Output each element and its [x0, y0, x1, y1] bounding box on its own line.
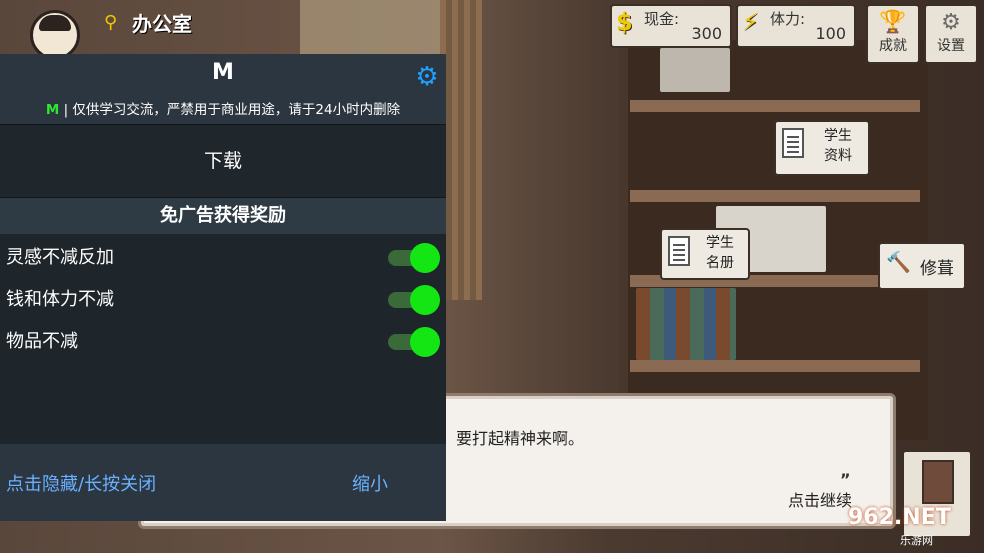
repair-label: 修葺 — [920, 259, 954, 279]
gear-icon[interactable]: ⚙ — [414, 64, 440, 90]
toggle-knob — [410, 243, 440, 273]
student-profile-label: 学生 资料 — [824, 128, 852, 164]
repair-button[interactable]: 🔨 修葺 — [878, 242, 966, 290]
student-roster-label: 学生 名册 — [706, 235, 734, 271]
gear-icon: ⚙ — [941, 10, 961, 35]
shelf-plank — [630, 100, 920, 112]
hammer-icon: 🔨 — [886, 250, 911, 274]
books-decoration — [636, 288, 736, 360]
location-name: 办公室 — [132, 12, 192, 36]
notice-text: | 仅供学习交流，严禁用于商业用途，请于24小时内删除 — [63, 102, 401, 118]
watermark-logo: 962.NET — [848, 505, 951, 530]
minimize-button[interactable]: 缩小 — [352, 470, 388, 496]
cash-label: 现金: — [644, 10, 680, 28]
option-label: 物品不减 — [6, 331, 78, 352]
option-toggle[interactable] — [388, 325, 440, 357]
dialog-text: ，要打起精神来啊。 — [440, 429, 585, 448]
mod-menu-panel: M ⚙ M | 仅供学习交流，严禁用于商业用途，请于24小时内删除 下载 免广告… — [0, 54, 446, 521]
option-label: 钱和体力不减 — [6, 289, 114, 310]
lightning-icon: ⚡ — [742, 8, 759, 36]
mod-menu-header: M ⚙ M | 仅供学习交流，严禁用于商业用途，请于24小时内删除 — [0, 54, 446, 125]
stamina-value: 100 — [815, 24, 846, 43]
option-label: 灵感不减反加 — [6, 247, 114, 268]
document-icon — [782, 128, 804, 158]
disclaimer-notice: M | 仅供学习交流，严禁用于商业用途，请于24小时内删除 — [0, 98, 446, 118]
download-button[interactable]: 下载 — [0, 125, 446, 198]
settings-label: 设置 — [937, 38, 965, 54]
achievements-label: 成就 — [879, 38, 907, 54]
dollar-icon: $ — [616, 8, 633, 36]
watermark-subtitle: 乐游网 — [900, 534, 933, 547]
option-row: 钱和体力不减 — [0, 277, 446, 319]
player-avatar[interactable] — [30, 10, 80, 60]
stamina-display: ⚡ 体力: 100 — [736, 4, 856, 48]
toggle-knob — [410, 327, 440, 357]
cash-display: $ 现金: 300 — [610, 4, 732, 48]
option-row: 灵感不减反加 — [0, 235, 446, 277]
achievements-button[interactable]: 🏆 成就 — [866, 4, 920, 64]
location-pin-icon: ⚲ — [104, 12, 118, 33]
mod-menu-footer: 点击隐藏/长按关闭 缩小 — [0, 444, 446, 521]
toggle-knob — [410, 285, 440, 315]
hide-close-button[interactable]: 点击隐藏/长按关闭 — [6, 470, 156, 496]
trophy-icon: 🏆 — [879, 10, 907, 35]
mod-menu-title: M — [212, 60, 234, 85]
stamina-label: 体力: — [770, 10, 806, 28]
continue-prompt[interactable]: 点击继续 — [788, 487, 852, 511]
student-roster-button[interactable]: 学生 名册 — [660, 228, 750, 280]
curtain-decoration — [440, 0, 482, 300]
settings-button[interactable]: ⚙ 设置 — [924, 4, 978, 64]
section-title: 免广告获得奖励 — [0, 198, 446, 234]
option-toggle[interactable] — [388, 283, 440, 315]
shelf-plank — [630, 360, 920, 372]
option-toggle[interactable] — [388, 241, 440, 273]
option-row: 物品不减 — [0, 319, 446, 361]
shelf-plank — [630, 190, 920, 202]
notice-prefix: M — [45, 102, 60, 118]
document-icon — [668, 236, 690, 266]
student-profile-button[interactable]: 学生 资料 — [774, 120, 870, 176]
box-decoration — [660, 48, 730, 92]
cash-value: 300 — [691, 24, 722, 43]
